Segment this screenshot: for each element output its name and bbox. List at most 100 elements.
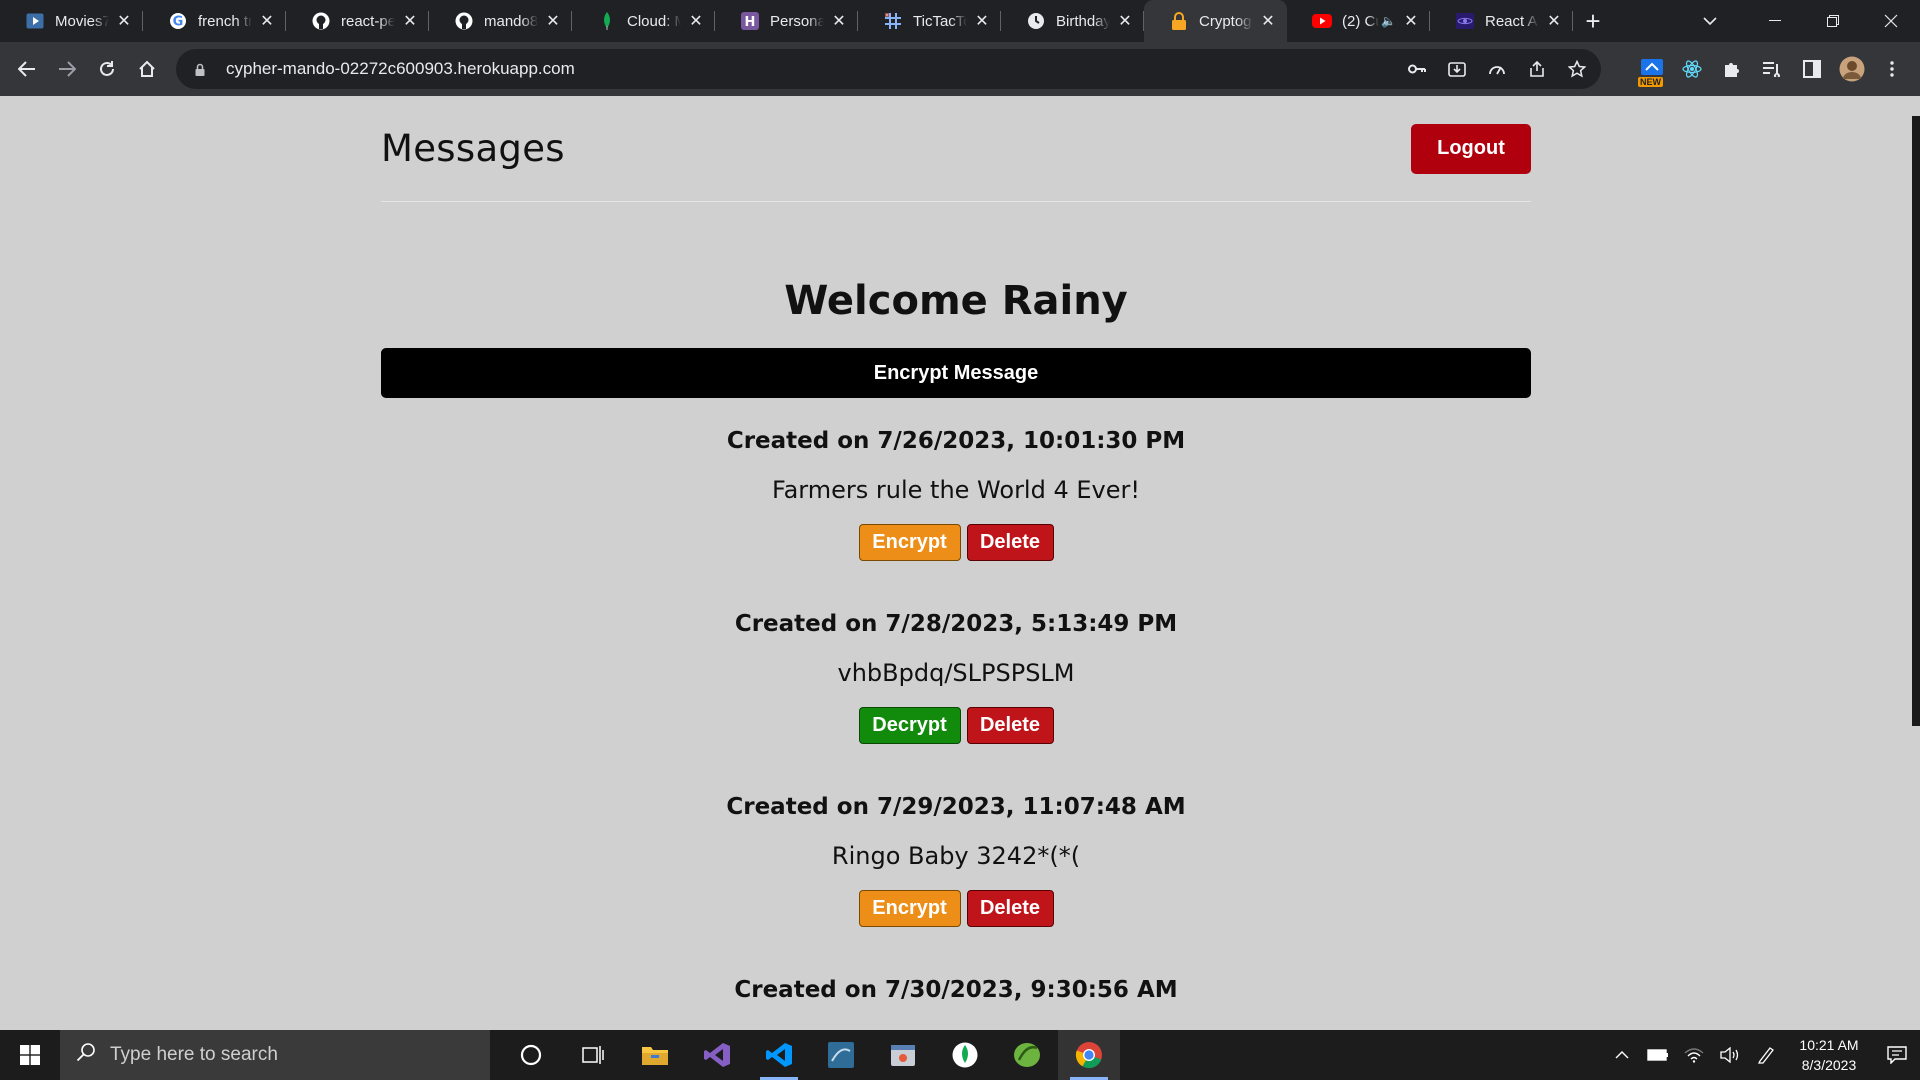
speaker-icon[interactable]: 🔈 [1381, 14, 1396, 28]
extension-new-icon[interactable]: NEW [1632, 49, 1672, 89]
home-icon[interactable] [127, 49, 167, 89]
bookmark-star-icon[interactable] [1557, 49, 1597, 89]
tab-title: Birthday [1056, 12, 1110, 30]
spring-tool-icon[interactable] [996, 1030, 1058, 1080]
decrypt-button[interactable]: Decrypt [858, 707, 961, 744]
youtube-icon [1312, 11, 1332, 31]
delete-button[interactable]: Delete [966, 524, 1054, 561]
close-tab-icon[interactable]: ✕ [973, 12, 991, 30]
close-tab-icon[interactable]: ✕ [1545, 12, 1563, 30]
search-icon [76, 1042, 96, 1068]
close-tab-icon[interactable]: ✕ [830, 12, 848, 30]
new-tab-button[interactable]: + [1573, 0, 1613, 42]
react-icon [1455, 11, 1475, 31]
svg-text:H: H [745, 15, 756, 30]
page-title: Messages [381, 127, 565, 170]
tab-search-chevron-icon[interactable] [1690, 0, 1730, 42]
profile-avatar-icon[interactable] [1832, 49, 1872, 89]
tab-cloud-mongodb[interactable]: Cloud: M ✕ [572, 0, 715, 42]
vscode-icon[interactable] [748, 1030, 810, 1080]
close-window-icon[interactable] [1862, 0, 1920, 42]
page-header: Messages Logout [381, 96, 1531, 202]
clock-time: 10:21 AM [1799, 1037, 1859, 1053]
tab-movies7[interactable]: Movies7 ✕ [0, 0, 143, 42]
page-scrollbar[interactable] [1910, 96, 1920, 1030]
delete-button[interactable]: Delete [966, 890, 1054, 927]
wifi-icon[interactable] [1676, 1030, 1712, 1080]
share-icon[interactable] [1517, 49, 1557, 89]
tab-react-app[interactable]: React App ✕ [1430, 0, 1573, 42]
close-tab-icon[interactable]: ✕ [258, 12, 276, 30]
encrypt-button[interactable]: Encrypt [858, 890, 961, 927]
install-app-icon[interactable] [1437, 49, 1477, 89]
encrypt-button[interactable]: Encrypt [858, 524, 961, 561]
message-item: Created on 7/29/2023, 11:07:48 AM Ringo … [381, 794, 1531, 927]
address-bar[interactable]: cypher-mando-02272c600903.herokuapp.com [176, 49, 1601, 89]
restore-icon[interactable] [1804, 0, 1862, 42]
welcome-heading: Welcome Rainy [784, 278, 1128, 324]
reading-list-icon[interactable] [1752, 49, 1792, 89]
app-window-icon[interactable] [872, 1030, 934, 1080]
show-hidden-icons-chevron-icon[interactable] [1604, 1030, 1640, 1080]
close-tab-icon[interactable]: ✕ [1259, 12, 1277, 30]
tab-mando84[interactable]: mando84 ✕ [429, 0, 572, 42]
new-badge: NEW [1638, 77, 1663, 87]
google-icon: G [168, 11, 188, 31]
react-devtools-icon[interactable] [1672, 49, 1712, 89]
minimize-icon[interactable] [1746, 0, 1804, 42]
chrome-menu-icon[interactable] [1872, 49, 1912, 89]
delete-button[interactable]: Delete [966, 707, 1054, 744]
reload-icon[interactable] [87, 49, 127, 89]
close-tab-icon[interactable]: ✕ [544, 12, 562, 30]
volume-icon[interactable] [1712, 1030, 1748, 1080]
visual-studio-icon[interactable] [686, 1030, 748, 1080]
close-tab-icon[interactable]: ✕ [687, 12, 705, 30]
taskbar-clock[interactable]: 10:21 AM 8/3/2023 [1784, 1030, 1874, 1080]
message-text: vhbBpdq/SLPSPSLM [837, 659, 1075, 687]
message-item: Created on 7/26/2023, 10:01:30 PM Farmer… [381, 428, 1531, 561]
extensions-area: NEW [1632, 49, 1912, 89]
performance-icon[interactable] [1477, 49, 1517, 89]
tab-birthday[interactable]: Birthday ✕ [1001, 0, 1144, 42]
lock-icon[interactable] [190, 63, 210, 76]
taskbar-search-box[interactable]: Type here to search [60, 1030, 490, 1080]
tab-react-pen[interactable]: react-pen ✕ [286, 0, 429, 42]
mongodb-compass-icon[interactable] [934, 1030, 996, 1080]
forward-arrow-icon[interactable] [47, 49, 87, 89]
tab-cryptography-active[interactable]: Cryptogra ✕ [1144, 0, 1287, 42]
mysql-workbench-icon[interactable] [810, 1030, 872, 1080]
tab-youtube[interactable]: (2) Cu 🔈 ✕ [1287, 0, 1430, 42]
battery-icon[interactable] [1640, 1030, 1676, 1080]
tab-tictactoe[interactable]: TicTacToe ✕ [858, 0, 1001, 42]
close-tab-icon[interactable]: ✕ [1116, 12, 1134, 30]
side-panel-icon[interactable] [1792, 49, 1832, 89]
encrypt-message-button[interactable]: Encrypt Message [381, 348, 1531, 398]
message-created-date: Created on 7/28/2023, 5:13:49 PM [734, 611, 1178, 637]
tab-title: Personal [770, 12, 824, 30]
close-tab-icon[interactable]: ✕ [115, 12, 133, 30]
tab-title: (2) Cu [1342, 12, 1379, 30]
close-tab-icon[interactable]: ✕ [1402, 12, 1420, 30]
back-arrow-icon[interactable] [7, 49, 47, 89]
close-tab-icon[interactable]: ✕ [401, 12, 419, 30]
url-text[interactable]: cypher-mando-02272c600903.herokuapp.com [226, 59, 1397, 79]
file-explorer-icon[interactable] [624, 1030, 686, 1080]
pen-workspace-icon[interactable] [1748, 1030, 1784, 1080]
extensions-puzzle-icon[interactable] [1712, 49, 1752, 89]
window-controls [1746, 0, 1920, 42]
scrollbar-thumb[interactable] [1912, 116, 1920, 726]
cortana-icon[interactable] [500, 1030, 562, 1080]
tab-title: Movies7 [55, 12, 109, 30]
logout-button[interactable]: Logout [1411, 123, 1531, 174]
key-icon[interactable] [1397, 49, 1437, 89]
tab-personal-heroku[interactable]: H Personal ✕ [715, 0, 858, 42]
omnibox-actions [1397, 49, 1597, 89]
windows-start-icon[interactable] [0, 1030, 60, 1080]
task-view-icon[interactable] [562, 1030, 624, 1080]
chrome-icon[interactable] [1058, 1030, 1120, 1080]
notification-center-icon[interactable] [1874, 1030, 1920, 1080]
messages-container: Messages Logout Welcome Rainy Encrypt Me… [381, 96, 1531, 1003]
lock-icon [1169, 11, 1189, 31]
browser-toolbar: cypher-mando-02272c600903.herokuapp.com … [0, 42, 1920, 96]
tab-french-translate[interactable]: G french tra ✕ [143, 0, 286, 42]
